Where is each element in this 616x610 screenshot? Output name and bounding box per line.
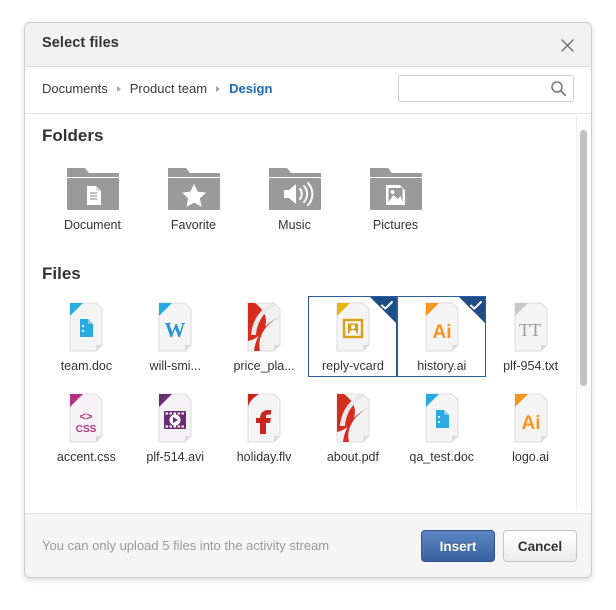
file-label: logo.ai xyxy=(512,450,549,464)
files-section-title: Files xyxy=(42,264,81,283)
folder-pictures-icon xyxy=(368,164,424,212)
file-label: plf-514.avi xyxy=(146,450,205,464)
files-grid: team.doc W will-smi... price_pla... repl… xyxy=(42,296,575,464)
folder-favorite-icon xyxy=(166,164,222,212)
file-label: price_pla... xyxy=(233,359,295,373)
search-box xyxy=(398,75,574,102)
folder-document-icon xyxy=(65,164,121,212)
close-icon[interactable] xyxy=(553,31,581,59)
file-word-icon: W xyxy=(153,301,197,353)
file-label: reply-vcard xyxy=(322,359,384,373)
file-txt-icon: TT xyxy=(509,301,553,353)
breadcrumb-item-design[interactable]: Design xyxy=(229,81,272,96)
insert-button[interactable]: Insert xyxy=(421,530,495,562)
folder-music-icon xyxy=(267,164,323,212)
svg-text:TT: TT xyxy=(519,320,541,340)
file-doc-icon xyxy=(420,392,464,444)
file-tile-about-pdf[interactable]: about.pdf xyxy=(308,387,397,464)
upload-limit-note: You can only upload 5 files into the act… xyxy=(42,538,330,553)
files-row: team.doc W will-smi... price_pla... repl… xyxy=(42,296,575,377)
file-tile-qa-test-doc[interactable]: qa_test.doc xyxy=(397,387,486,464)
file-ai-icon: Ai xyxy=(420,301,464,353)
folder-label: Music xyxy=(278,218,311,232)
file-doc-icon xyxy=(64,301,108,353)
breadcrumb-item-product-team[interactable]: Product team xyxy=(130,81,207,96)
file-tile-accent-css[interactable]: <> CSS accent.css xyxy=(42,387,131,464)
check-glyph xyxy=(381,301,394,310)
file-label: team.doc xyxy=(60,359,113,373)
breadcrumb-item-documents[interactable]: Documents xyxy=(42,81,108,96)
page-title: Select files xyxy=(42,35,119,51)
svg-text:W: W xyxy=(165,318,186,342)
breadcrumb: Documents Product team Design xyxy=(42,81,272,96)
svg-text:<>: <> xyxy=(80,411,93,423)
file-label: plf-954.txt xyxy=(503,359,559,373)
cancel-button[interactable]: Cancel xyxy=(503,530,577,562)
file-tile-reply-vcard[interactable]: reply-vcard xyxy=(308,296,398,377)
file-flv-icon xyxy=(242,392,286,444)
file-label: history.ai xyxy=(417,359,467,373)
dialog-header: Select files xyxy=(25,23,591,67)
breadcrumb-separator-icon xyxy=(216,85,221,92)
breadcrumb-separator-icon xyxy=(116,85,121,92)
check-glyph xyxy=(470,301,483,310)
file-avi-icon xyxy=(153,392,197,444)
file-pdf-icon xyxy=(331,392,375,444)
dialog-footer: You can only upload 5 files into the act… xyxy=(25,513,591,577)
file-tile-holiday-flv[interactable]: holiday.flv xyxy=(220,387,309,464)
close-glyph xyxy=(560,38,574,52)
svg-text:Ai: Ai xyxy=(432,322,451,343)
search-input[interactable] xyxy=(398,75,574,102)
file-ai-icon: Ai xyxy=(509,392,553,444)
file-label: holiday.flv xyxy=(236,450,292,464)
files-row: <> CSS accent.css plf-514.avi holiday.fl… xyxy=(42,387,575,464)
file-tile-will-smi[interactable]: W will-smi... xyxy=(131,296,220,377)
folder-label: Document xyxy=(64,218,121,232)
file-label: accent.css xyxy=(56,450,116,464)
folder-tile-pictures[interactable]: Pictures xyxy=(345,158,446,232)
file-pdf-icon xyxy=(242,301,286,353)
file-tile-history-ai[interactable]: Ai history.ai xyxy=(397,296,487,377)
file-css-icon: <> CSS xyxy=(64,392,108,444)
breadcrumb-bar: Documents Product team Design xyxy=(25,67,591,114)
folder-label: Favorite xyxy=(170,218,217,232)
file-label: about.pdf xyxy=(326,450,379,464)
scrollbar-thumb[interactable] xyxy=(580,130,587,386)
file-label: will-smi... xyxy=(149,359,201,373)
folder-tile-document[interactable]: Document xyxy=(42,158,143,232)
folders-grid: Document Favorite Music Pictures xyxy=(42,158,575,232)
file-tile-logo-ai[interactable]: Ai logo.ai xyxy=(486,387,575,464)
select-files-dialog: Select files Documents Product team Desi… xyxy=(24,22,592,578)
file-tile-plf-954-txt[interactable]: TT plf-954.txt xyxy=(486,296,575,377)
file-vcard-icon xyxy=(331,301,375,353)
file-browser-body: Folders Document Favorite Music Pictures… xyxy=(25,114,591,513)
folder-tile-music[interactable]: Music xyxy=(244,158,345,232)
file-tile-plf-514-avi[interactable]: plf-514.avi xyxy=(131,387,220,464)
folders-section-title: Folders xyxy=(42,126,104,145)
content-scrollbar[interactable] xyxy=(576,116,589,511)
folders-row: Document Favorite Music Pictures xyxy=(42,158,575,232)
file-tile-team-doc[interactable]: team.doc xyxy=(42,296,131,377)
folder-label: Pictures xyxy=(372,218,419,232)
file-tile-price-pla[interactable]: price_pla... xyxy=(220,296,309,377)
folder-tile-favorite[interactable]: Favorite xyxy=(143,158,244,232)
svg-text:Ai: Ai xyxy=(521,413,540,434)
file-label: qa_test.doc xyxy=(409,450,475,464)
svg-text:CSS: CSS xyxy=(76,424,97,435)
